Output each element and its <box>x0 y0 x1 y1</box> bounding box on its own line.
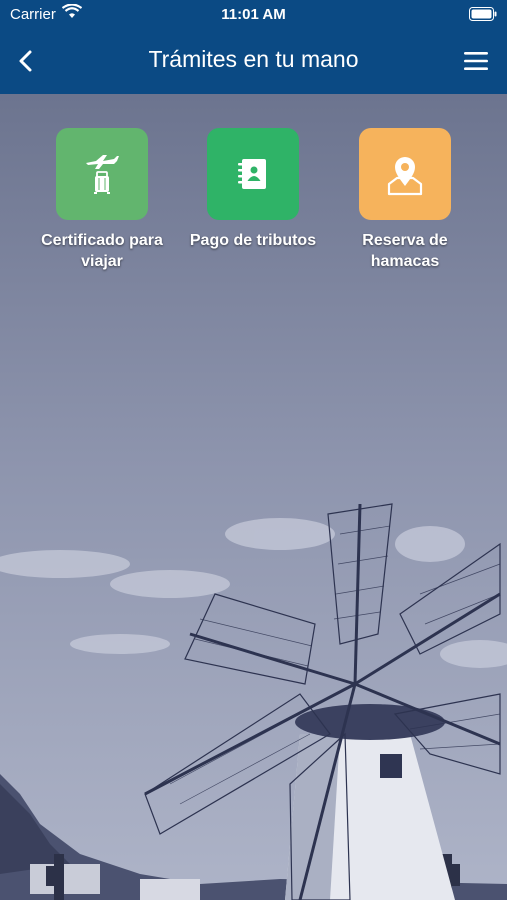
back-arrow-icon[interactable] <box>12 46 40 76</box>
status-time: 11:01 AM <box>221 6 286 23</box>
tile-pago-de-tributos[interactable]: Pago de tributos <box>178 128 328 251</box>
hamburger-menu-icon[interactable] <box>463 49 489 73</box>
tile-icon-box <box>56 128 148 220</box>
tile-label: Pago de tributos <box>189 232 317 249</box>
tile-label: Reserva de hamacas <box>362 232 448 270</box>
tile-reserva-de-hamacas[interactable]: Reserva de hamacas <box>330 128 480 272</box>
contact-book-icon <box>238 159 266 189</box>
page-title: Trámites en tu mano <box>148 46 359 72</box>
app-screen: Carrier 11:01 AM Trámites en tu mano Cer… <box>0 0 507 900</box>
travel-certificate-icon <box>86 155 119 194</box>
tile-label: Certificado para viajar <box>41 232 163 270</box>
tile-icon-box <box>359 128 451 220</box>
status-bar: Carrier 11:01 AM <box>0 0 507 30</box>
tile-icon-box <box>207 128 299 220</box>
app-header: Trámites en tu mano <box>0 30 507 94</box>
map-pin-icon <box>387 157 423 196</box>
battery-icon <box>469 7 497 21</box>
tile-certificado-para-viajar[interactable]: Certificado para viajar <box>27 128 177 272</box>
